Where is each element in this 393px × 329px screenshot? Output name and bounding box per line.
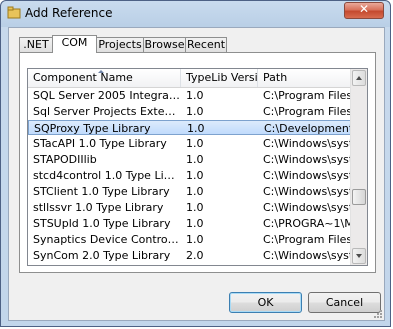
version-cell: 1.0 <box>186 153 204 166</box>
cancel-button[interactable]: Cancel <box>308 292 381 313</box>
column-label: TypeLib Version <box>186 71 258 84</box>
ok-button-label: OK <box>257 296 274 309</box>
resize-grip-icon[interactable] <box>372 308 382 318</box>
close-icon: ✕ <box>358 2 370 16</box>
column-header-typelib-version[interactable]: TypeLib Version <box>181 69 258 87</box>
component-name-cell: SynCom 2.0 Type Library <box>33 249 171 262</box>
version-cell: 2.0 <box>186 249 204 262</box>
list-header: Component Name TypeLib Version Path <box>28 69 367 88</box>
version-cell: 1.0 <box>186 89 204 102</box>
tab-com[interactable]: COM <box>52 35 97 53</box>
list-item[interactable]: stllssvr 1.0 Type Library 1.0 C:\Windows… <box>28 200 354 215</box>
path-cell: C:\Windows\syste <box>263 169 354 182</box>
tab-dotnet[interactable]: .NET <box>19 37 53 52</box>
tab-label: Recent <box>186 38 226 51</box>
column-label: Component Name <box>33 71 133 84</box>
cancel-button-label: Cancel <box>325 296 364 309</box>
add-reference-icon <box>7 6 21 19</box>
path-cell: C:\Windows\syste <box>263 201 354 214</box>
chevron-up-icon <box>356 76 362 80</box>
version-cell: 1.0 <box>186 233 204 246</box>
component-name-cell: STSUpld 1.0 Type Library <box>33 217 171 230</box>
path-cell: C:\Windows\syste <box>263 153 354 166</box>
title-bar[interactable]: Add Reference ✕ <box>1 1 390 25</box>
tab-label: Browse <box>144 38 185 51</box>
path-cell: C:\Windows\syste <box>263 249 354 262</box>
column-label: Path <box>263 71 288 84</box>
tab-browse[interactable]: Browse <box>143 37 186 52</box>
version-cell: 1.0 <box>186 137 204 150</box>
close-button[interactable]: ✕ <box>344 2 384 19</box>
list-item-selected[interactable]: SQProxy Type Library 1.0 C:\Development\… <box>28 120 355 135</box>
component-name-cell: STClient 1.0 Type Library <box>33 185 170 198</box>
version-cell: 1.0 <box>186 169 204 182</box>
component-name-cell: SQProxy Type Library <box>34 122 151 135</box>
component-name-cell: Synaptics Device Control Widget... <box>33 233 181 246</box>
path-cell: C:\Development\S <box>264 122 355 135</box>
vertical-scrollbar[interactable] <box>350 69 367 265</box>
chevron-down-icon <box>356 254 362 258</box>
path-cell: C:\PROGRA~1\MI <box>263 217 354 230</box>
column-header-component-name[interactable]: Component Name <box>28 69 181 87</box>
ok-button[interactable]: OK <box>229 292 302 313</box>
list-item[interactable]: Synaptics Device Control Widget... 1.0 C… <box>28 232 354 247</box>
list-item[interactable]: Sql Server Projects Extensibility Li... … <box>28 104 354 119</box>
component-list[interactable]: Component Name TypeLib Version Path SQL … <box>27 68 368 266</box>
add-reference-dialog: Add Reference ✕ .NET COM Projects Browse… <box>0 0 391 327</box>
component-name-cell: Sql Server Projects Extensibility Li... <box>33 105 181 118</box>
tab-label: Projects <box>98 38 142 51</box>
path-cell: C:\Program Files\M <box>263 89 354 102</box>
version-cell: 1.0 <box>186 217 204 230</box>
version-cell: 1.0 <box>187 122 205 135</box>
list-item[interactable]: stcd4control 1.0 Type Library 1.0 C:\Win… <box>28 168 354 183</box>
sort-ascending-icon <box>98 70 104 73</box>
path-cell: C:\Windows\syste <box>263 185 354 198</box>
scroll-thumb[interactable] <box>352 189 366 205</box>
tab-recent[interactable]: Recent <box>185 37 227 52</box>
path-cell: C:\Windows\syste <box>263 137 354 150</box>
list-item[interactable]: STSUpld 1.0 Type Library 1.0 C:\PROGRA~1… <box>28 216 354 231</box>
scroll-up-button[interactable] <box>352 70 366 86</box>
list-item[interactable]: SynCom 2.0 Type Library 2.0 C:\Windows\s… <box>28 248 354 263</box>
scroll-down-button[interactable] <box>352 248 366 264</box>
list-item[interactable]: STacAPI 1.0 Type Library 1.0 C:\Windows\… <box>28 136 354 151</box>
component-name-cell: STacAPI 1.0 Type Library <box>33 137 167 150</box>
version-cell: 1.0 <box>186 105 204 118</box>
com-tab-panel: Component Name TypeLib Version Path SQL … <box>19 52 376 273</box>
list-item[interactable]: STAPODIIlib 1.0 C:\Windows\syste <box>28 152 354 167</box>
component-name-cell: SQL Server 2005 Integration Servi... <box>33 89 181 102</box>
list-item[interactable]: SQL Server 2005 Integration Servi... 1.0… <box>28 88 354 103</box>
component-name-cell: stllssvr 1.0 Type Library <box>33 201 164 214</box>
tab-label: COM <box>61 36 88 49</box>
column-header-path[interactable]: Path <box>258 69 354 87</box>
window-title: Add Reference <box>25 6 113 20</box>
tab-label: .NET <box>23 38 49 51</box>
version-cell: 1.0 <box>186 201 204 214</box>
dialog-body: .NET COM Projects Browse Recent Componen… <box>8 27 385 321</box>
version-cell: 1.0 <box>186 185 204 198</box>
component-name-cell: STAPODIIlib <box>33 153 97 166</box>
list-item[interactable]: STClient 1.0 Type Library 1.0 C:\Windows… <box>28 184 354 199</box>
path-cell: C:\Program Files\S <box>263 233 354 246</box>
path-cell: C:\Program Files\C <box>263 105 354 118</box>
component-name-cell: stcd4control 1.0 Type Library <box>33 169 181 182</box>
tab-projects[interactable]: Projects <box>96 37 144 52</box>
